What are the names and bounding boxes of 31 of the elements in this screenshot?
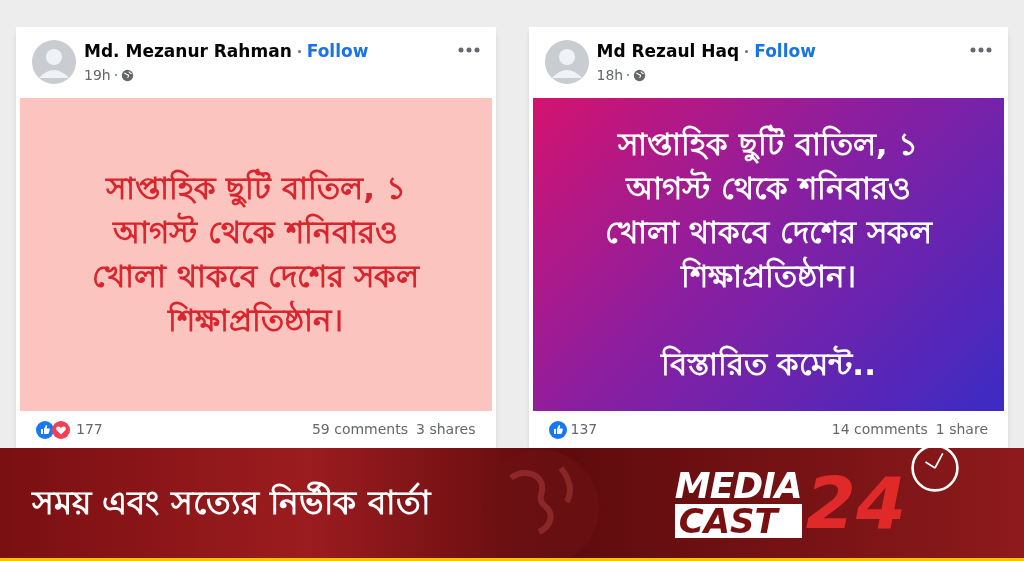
follow-link[interactable]: Follow xyxy=(754,39,816,65)
follow-link[interactable]: Follow xyxy=(306,39,369,65)
logo-text: CAST xyxy=(674,504,802,538)
comments-count[interactable]: 59 comments xyxy=(311,419,409,440)
post-text-line: আগস্ট থেকে শনিবারও xyxy=(625,167,911,209)
post-text-line: সাপ্তাহিক ছুটি বাতিল, ১ xyxy=(105,167,406,210)
author-name[interactable]: Md Rezaul Haq xyxy=(596,39,740,65)
post-text-line: খোলা থাকবে দেশের সকল xyxy=(604,213,932,253)
post-time: 18h xyxy=(596,65,624,85)
reaction-count[interactable]: 177 xyxy=(76,419,103,440)
more-options-icon[interactable] xyxy=(457,47,480,53)
logo-text: MEDIA xyxy=(674,468,802,504)
post-time: 19h xyxy=(84,65,111,85)
avatar-icon xyxy=(544,40,589,85)
like-icon xyxy=(36,420,54,439)
shares-count[interactable]: 1 share xyxy=(935,419,988,440)
post-text-line: আগস্ট থেকে শনিবারও xyxy=(113,211,399,253)
post-text-line: খোলা থাকবে দেশের সকল xyxy=(92,257,420,297)
author-name[interactable]: Md. Mezanur Rahman xyxy=(84,39,292,65)
post-text-line: সাপ্তাহিক ছুটি বাতিল, ১ xyxy=(618,123,919,166)
more-options-icon[interactable] xyxy=(970,47,992,53)
comments-count[interactable]: 14 comments xyxy=(831,419,928,440)
slogan: সময় এবং সত্যের নির্ভীক বার্তা xyxy=(32,480,431,525)
post-text-line: শিক্ষাপ্রতিষ্ঠান। xyxy=(168,299,344,341)
shares-count[interactable]: 3 shares xyxy=(416,419,476,440)
like-icon xyxy=(548,420,567,439)
logo-number: 24 xyxy=(805,467,906,539)
avatar-icon xyxy=(32,40,76,85)
post-text-line: বিস্তারিত কমেন্ট.. xyxy=(660,344,876,385)
post-text-line: শিক্ষাপ্রতিষ্ঠান। xyxy=(680,255,856,297)
reaction-count[interactable]: 137 xyxy=(570,419,598,440)
